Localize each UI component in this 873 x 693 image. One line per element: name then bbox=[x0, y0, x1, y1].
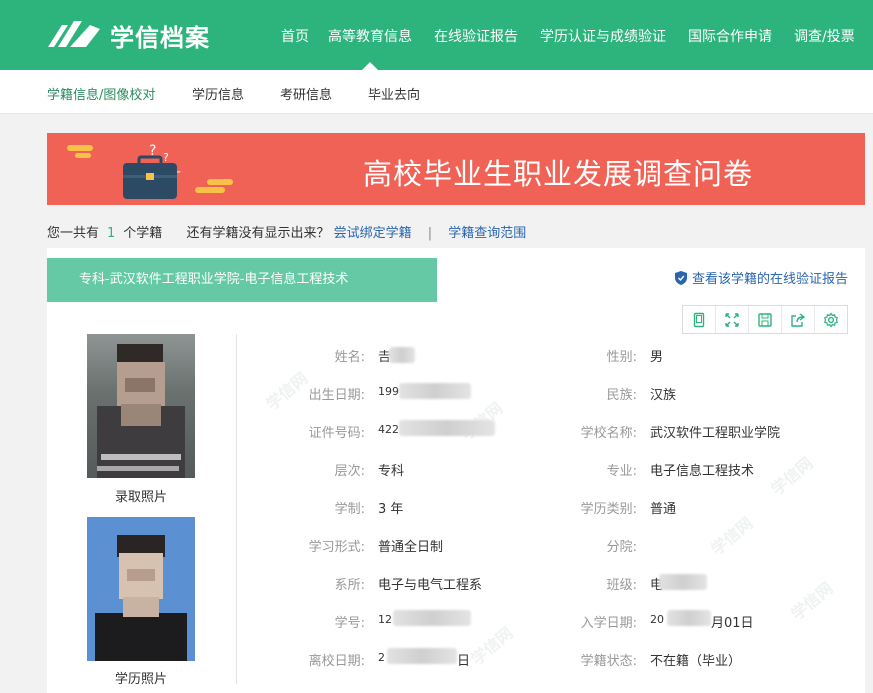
field-label-duration: 学制: bbox=[334, 502, 365, 517]
subnav-postgrad-exam[interactable]: 考研信息 bbox=[280, 84, 332, 103]
sub-navbar: 学籍信息/图像校对 学历信息 考研信息 毕业去向 bbox=[0, 70, 873, 114]
share-button[interactable] bbox=[782, 306, 815, 333]
summary-suffix: 个学籍 bbox=[123, 226, 163, 241]
admission-photo-caption: 录取照片 bbox=[114, 490, 167, 505]
field-value-birthdate: 199 bbox=[378, 385, 399, 398]
settings-button[interactable] bbox=[815, 306, 847, 333]
field-value-level: 专科 bbox=[378, 464, 405, 479]
field-label-school: 学校名称: bbox=[580, 426, 637, 441]
field-value-degree-category: 普通 bbox=[650, 502, 677, 517]
redaction-mask bbox=[389, 347, 415, 363]
field-value-school: 武汉软件工程职业学院 bbox=[650, 426, 781, 441]
nav-international[interactable]: 国际合作申请 bbox=[688, 26, 772, 46]
expand-button[interactable] bbox=[716, 306, 749, 333]
field-label-student-id: 学号: bbox=[334, 616, 365, 631]
field-label-study-mode: 学习形式: bbox=[308, 540, 365, 555]
redaction-mask bbox=[659, 574, 707, 590]
field-label-status: 学籍状态: bbox=[580, 654, 637, 669]
field-label-leave-date: 离校日期: bbox=[308, 654, 365, 669]
nav-online-verification[interactable]: 在线验证报告 bbox=[434, 26, 518, 46]
watermark: 学信网 bbox=[767, 453, 817, 499]
logo-icon bbox=[48, 21, 100, 47]
diploma-photo-caption: 学历照片 bbox=[114, 672, 167, 687]
watermark: 学信网 bbox=[467, 623, 517, 669]
field-value-student-id: 12 bbox=[378, 613, 392, 626]
nav-degree-certification[interactable]: 学历认证与成绩验证 bbox=[540, 26, 666, 46]
summary-question: 还有学籍没有显示出来？ bbox=[186, 226, 330, 241]
watermark: 学信网 bbox=[787, 578, 837, 624]
save-icon bbox=[758, 312, 772, 327]
verify-report-link[interactable]: 查看该学籍的在线验证报告 bbox=[674, 268, 848, 287]
field-value-status: 不在籍（毕业） bbox=[650, 654, 742, 669]
record-summary: 您一共有 1 个学籍 还有学籍没有显示出来？ 尝试绑定学籍 | 学籍查询范围 bbox=[47, 222, 526, 241]
shield-icon bbox=[674, 270, 687, 285]
field-value-study-mode: 普通全日制 bbox=[378, 540, 444, 555]
expand-icon bbox=[725, 312, 739, 327]
field-value-department: 电子与电气工程系 bbox=[378, 578, 483, 593]
field-label-branch: 分院: bbox=[606, 540, 637, 555]
field-label-gender: 性别: bbox=[606, 350, 637, 365]
redaction-mask bbox=[667, 610, 711, 626]
field-value-duration: 3 年 bbox=[378, 502, 404, 517]
top-navbar: 学信档案 首页 高等教育信息 在线验证报告 学历认证与成绩验证 国际合作申请 调… bbox=[0, 0, 873, 70]
logo[interactable]: 学信档案 bbox=[46, 16, 210, 54]
subnav-degree-info[interactable]: 学历信息 bbox=[192, 84, 244, 103]
redaction-mask bbox=[399, 420, 495, 436]
field-value-enrollment-date-suffix: 月01日 bbox=[711, 616, 754, 631]
admission-photo bbox=[87, 334, 195, 478]
redaction-mask bbox=[393, 610, 471, 626]
banner-title: 高校毕业生职业发展调查问卷 bbox=[363, 157, 754, 191]
nav-higher-education[interactable]: 高等教育信息 bbox=[328, 26, 412, 46]
field-value-major: 电子信息工程技术 bbox=[650, 464, 755, 479]
summary-separator: | bbox=[427, 226, 433, 241]
field-value-gender: 男 bbox=[650, 350, 664, 365]
redaction-mask bbox=[399, 383, 471, 399]
record-tab-title[interactable]: 专科-武汉软件工程职业学院-电子信息工程技术 bbox=[47, 258, 437, 302]
summary-prefix: 您一共有 bbox=[47, 226, 100, 241]
field-value-leave-date-suffix: 日 bbox=[457, 654, 471, 669]
photo-divider bbox=[236, 334, 237, 684]
field-label-degree-category: 学历类别: bbox=[580, 502, 637, 517]
field-label-level: 层次: bbox=[334, 464, 365, 479]
field-label-major: 专业: bbox=[606, 464, 637, 479]
nav-survey[interactable]: 调查/投票 bbox=[794, 26, 855, 46]
briefcase-icon: ? ? ~ bbox=[67, 143, 233, 199]
field-label-name: 姓名: bbox=[334, 350, 365, 365]
diploma-photo bbox=[87, 517, 195, 661]
field-label-ethnicity: 民族: bbox=[606, 388, 637, 403]
field-label-birthdate: 出生日期: bbox=[308, 388, 365, 403]
field-value-leave-date: 2 bbox=[378, 651, 385, 664]
redaction-mask bbox=[387, 648, 457, 664]
record-count: 1 bbox=[107, 226, 116, 241]
field-value-ethnicity: 汉族 bbox=[650, 388, 677, 403]
active-nav-caret bbox=[362, 62, 378, 70]
student-record-card: 学信网 学信网 学信网 学信网 学信网 学信网 专科-武汉软件工程职业学院-电子… bbox=[47, 248, 865, 693]
field-label-class: 班级: bbox=[606, 578, 637, 593]
query-scope-link[interactable]: 学籍查询范围 bbox=[448, 226, 526, 241]
field-label-id-number: 证件号码: bbox=[308, 426, 365, 441]
tablet-icon bbox=[693, 312, 705, 327]
record-toolbar bbox=[682, 305, 848, 334]
survey-banner[interactable]: ? ? ~ 高校毕业生职业发展调查问卷 bbox=[47, 133, 865, 205]
watermark: 学信网 bbox=[707, 513, 757, 559]
share-icon bbox=[791, 312, 806, 327]
verify-link-label: 查看该学籍的在线验证报告 bbox=[691, 272, 848, 287]
field-value-enrollment-date: 20 bbox=[650, 613, 664, 626]
nav-home[interactable]: 首页 bbox=[281, 26, 309, 46]
subnav-student-status[interactable]: 学籍信息/图像校对 bbox=[47, 84, 155, 103]
field-value-id-number: 422 bbox=[378, 423, 399, 436]
field-label-department: 系所: bbox=[334, 578, 365, 593]
logo-text: 学信档案 bbox=[110, 23, 210, 52]
bind-record-link[interactable]: 尝试绑定学籍 bbox=[334, 226, 412, 241]
field-label-enrollment-date: 入学日期: bbox=[580, 616, 637, 631]
subnav-graduation-destination[interactable]: 毕业去向 bbox=[368, 84, 420, 103]
save-button[interactable] bbox=[749, 306, 782, 333]
svg-text:?: ? bbox=[163, 151, 169, 164]
settings-icon bbox=[823, 311, 839, 328]
tablet-button[interactable] bbox=[683, 306, 716, 333]
